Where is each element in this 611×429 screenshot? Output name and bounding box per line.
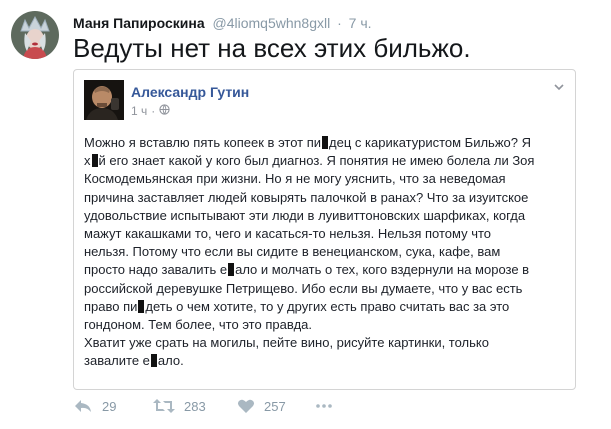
post-line: гондоном. Тем более, что это правда. bbox=[84, 317, 313, 333]
chevron-down-icon[interactable] bbox=[552, 80, 566, 94]
post-line: просто надо завалить е ало и молчать о те… bbox=[84, 262, 530, 278]
post-line: Хватит уже срать на могилы, пейте вино, … bbox=[84, 335, 489, 351]
embedded-facebook-post[interactable]: Александр Гутин 1 ч · Можно я вставлю пя… bbox=[73, 69, 576, 390]
globe-icon bbox=[159, 104, 170, 118]
post-line: Космодемьянская при жизни. Но я не могу … bbox=[84, 171, 506, 187]
post-line: хй его знает какой у кого был диагноз. Я… bbox=[84, 153, 535, 169]
tweet-actions: 29 283 257 bbox=[73, 398, 333, 414]
more-button[interactable] bbox=[315, 403, 333, 409]
post-line: Можно я вставлю пять копеек в этот пи дец… bbox=[84, 135, 531, 150]
post-line: право пи деть о чем хотите, то у других е… bbox=[84, 298, 510, 314]
dot-separator: · bbox=[151, 104, 156, 118]
separator-dot: · bbox=[337, 15, 342, 31]
censor-block bbox=[228, 263, 235, 277]
retweet-icon bbox=[153, 398, 175, 414]
heart-icon bbox=[237, 398, 255, 414]
more-icon bbox=[315, 403, 333, 409]
author-handle[interactable]: @4liomq5whn8gxll bbox=[213, 15, 331, 31]
tweet: Маня Папироскина @4liomq5whn8gxll · 7 ч.… bbox=[0, 0, 611, 429]
reply-button[interactable]: 29 bbox=[73, 398, 153, 414]
reply-count: 29 bbox=[102, 398, 117, 414]
retweet-button[interactable]: 283 bbox=[153, 398, 237, 414]
like-button[interactable]: 257 bbox=[237, 398, 315, 414]
post-body: Можно я вставлю пять копеек в этот пи дец… bbox=[84, 134, 569, 371]
retweet-count: 283 bbox=[184, 398, 206, 414]
author-name[interactable]: Маня Папироскина bbox=[73, 15, 205, 31]
post-meta: 1 ч · bbox=[131, 104, 170, 118]
post-line: причина заставляет людей ковырять палочк… bbox=[84, 189, 529, 205]
censor-block bbox=[91, 154, 98, 168]
author-avatar[interactable] bbox=[11, 11, 59, 59]
post-line: мажут какашками то, чего и касаться-то н… bbox=[84, 226, 491, 242]
tweet-time[interactable]: 7 ч. bbox=[349, 15, 372, 31]
tweet-text: Ведуты нет на всех этих бильжо. bbox=[73, 33, 471, 63]
tweet-header: Маня Папироскина @4liomq5whn8gxll · 7 ч. bbox=[73, 14, 372, 32]
post-line: удовольствие испытывают эти люди в луиви… bbox=[84, 207, 526, 223]
censor-block bbox=[322, 136, 329, 149]
post-author-avatar[interactable] bbox=[84, 80, 124, 120]
censor-block bbox=[150, 354, 157, 368]
post-author-name[interactable]: Александр Гутин bbox=[131, 84, 249, 100]
post-line: российской деревушке Петрищево. Ибо если… bbox=[84, 280, 523, 296]
post-time[interactable]: 1 ч bbox=[131, 104, 147, 118]
reply-icon bbox=[73, 398, 93, 414]
like-count: 257 bbox=[264, 398, 286, 414]
post-line: нельзя. Потому что если вы сидите в вене… bbox=[84, 244, 501, 260]
censor-block bbox=[138, 299, 145, 313]
post-line: завалите е ало. bbox=[84, 353, 184, 369]
